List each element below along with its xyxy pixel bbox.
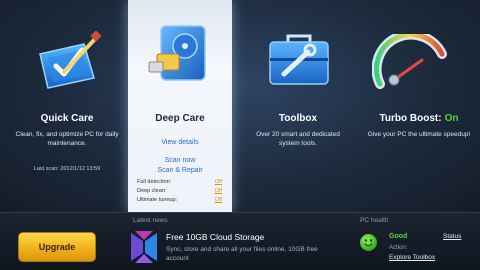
toolbox-icon xyxy=(264,28,334,92)
toolbox-description: Over 20 smart and dedicated system tools… xyxy=(256,131,340,147)
quick-care-icon xyxy=(34,28,104,92)
toolbox-title: Toolbox xyxy=(278,113,318,124)
status-row-deep-clean: Deep clean: Off xyxy=(137,187,222,196)
deep-care-icon xyxy=(145,22,215,86)
explore-toolbox-link[interactable]: Explore Toolbox xyxy=(389,254,435,261)
upgrade-button[interactable]: Upgrade xyxy=(18,232,96,262)
health-state: Good xyxy=(389,233,408,240)
health-status-link[interactable]: Status xyxy=(443,233,461,240)
scan-repair-link[interactable]: Scan & Repair xyxy=(157,167,202,174)
status-row-full-detection: Full detection: Off xyxy=(137,178,222,187)
main-panel: Quick Care Clean, fix, and optimize PC f… xyxy=(0,0,480,212)
status-toggle-full-detection[interactable]: Off xyxy=(215,178,222,187)
pc-health-label: PC health xyxy=(360,217,389,224)
status-label: Deep clean: xyxy=(137,188,167,194)
health-smiley-icon xyxy=(360,234,377,251)
status-label: Ultimate tuneup: xyxy=(137,197,178,203)
quick-care-description: Clean, fix, and optimize PC for daily ma… xyxy=(15,131,119,147)
view-details-link[interactable]: View details xyxy=(161,139,198,146)
turbo-boost-description: Give your PC the ultimate speedup! xyxy=(367,131,471,138)
deep-care-module[interactable]: Deep Care View details Scan now Scan & R… xyxy=(128,0,232,212)
status-label: Full detection: xyxy=(137,179,172,185)
turbo-boost-module[interactable]: Turbo Boost: On Give your PC the ultimate… xyxy=(358,0,480,212)
turbo-boost-label: Turbo Boost: xyxy=(379,113,442,124)
toolbox-module[interactable]: Toolbox Over 20 smart and dedicated syst… xyxy=(240,0,356,212)
turbo-gauge-icon xyxy=(371,29,448,90)
news-description: Sync, store and share all your files onl… xyxy=(166,246,318,262)
latest-news-label: Latest news xyxy=(133,217,168,224)
last-scan-text: Last scan: 2012/1/12 13:59 xyxy=(33,166,101,172)
deep-care-title: Deep Care xyxy=(155,113,205,124)
health-action-label: Action: xyxy=(389,245,408,251)
status-toggle-deep-clean[interactable]: Off xyxy=(215,187,222,196)
turbo-boost-title: Turbo Boost: On xyxy=(358,113,480,124)
deep-care-status-list: Full detection: Off Deep clean: Off Ulti… xyxy=(137,178,222,205)
status-toggle-ultimate-tuneup[interactable]: Off xyxy=(215,196,222,205)
quick-care-module[interactable]: Quick Care Clean, fix, and optimize PC f… xyxy=(0,0,134,212)
status-row-ultimate-tuneup: Ultimate tuneup: Off xyxy=(137,196,222,205)
news-title-link[interactable]: Free 10GB Cloud Storage xyxy=(166,232,264,242)
quick-care-title: Quick Care xyxy=(40,113,94,124)
news-logo-icon xyxy=(129,231,159,263)
turbo-boost-state[interactable]: On xyxy=(445,113,459,124)
